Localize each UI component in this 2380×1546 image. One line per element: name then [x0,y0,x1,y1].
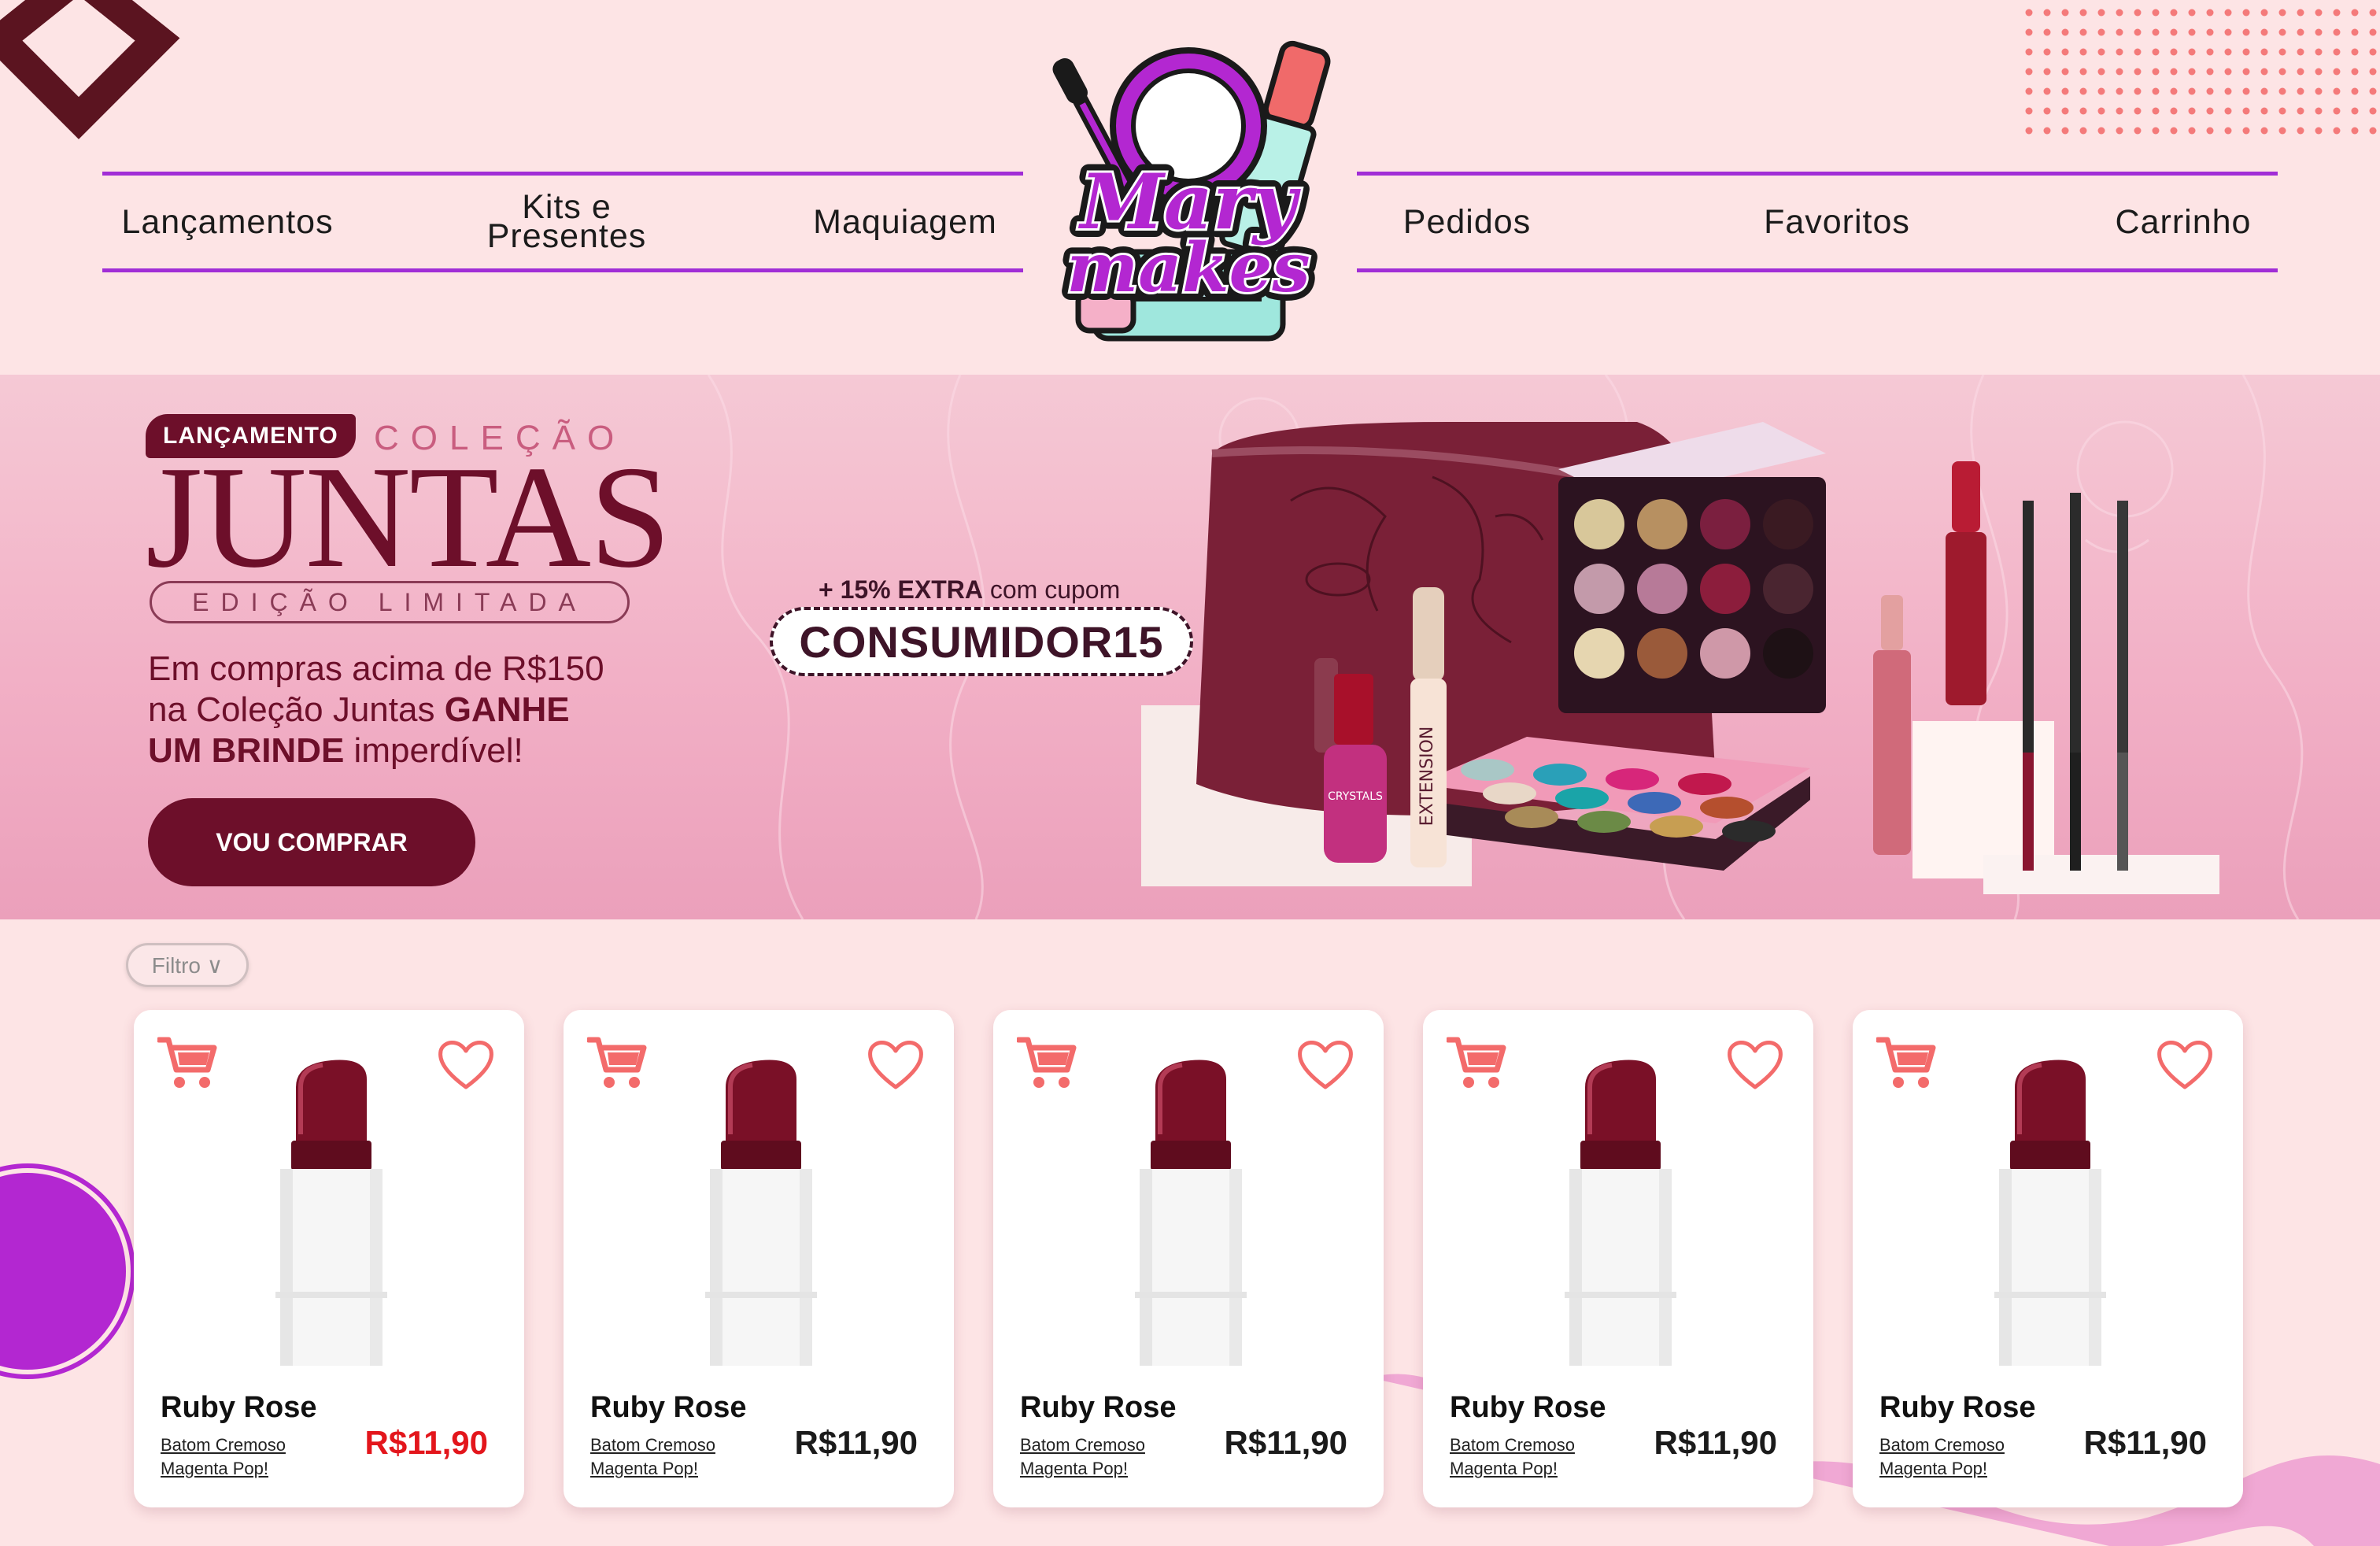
hero-banner[interactable]: LANÇAMENTO COLEÇÃO JUNTAS EDIÇÃO LIMITAD… [0,375,2380,919]
cart-icon[interactable] [1876,1034,1938,1092]
cart-icon[interactable] [587,1034,649,1092]
nav-carrinho[interactable]: Carrinho [2097,205,2270,239]
cart-icon[interactable] [1447,1034,1508,1092]
lipstick-image [705,1060,817,1366]
nav-left: Lançamentos Kits e Presentes Maquiagem [102,172,1023,272]
product-card[interactable]: Ruby Rose Batom Cremoso Magenta Pop! R$11… [1853,1010,2243,1507]
promo-text: Em compras acima de R$150 na Coleção Jun… [148,649,604,770]
product-brand: Ruby Rose [590,1391,747,1424]
cart-icon[interactable] [1017,1034,1078,1092]
mary-makes-logo[interactable]: Mary Mary makes makes [1031,39,1346,354]
product-card[interactable]: Ruby Rose Batom Cremoso Magenta Pop! R$11… [1423,1010,1813,1507]
product-brand: Ruby Rose [161,1391,317,1424]
nav-right: Pedidos Favoritos Carrinho [1357,172,2278,272]
heart-icon[interactable] [1295,1037,1355,1092]
product-price: R$11,90 [1224,1424,1347,1461]
shop-now-button[interactable]: VOU COMPRAR [148,798,475,886]
product-card[interactable]: Ruby Rose Batom Cremoso Magenta Pop! R$11… [564,1010,954,1507]
nav-lancamentos[interactable]: Lançamentos [113,205,342,239]
product-name-link[interactable]: Batom Cremoso Magenta Pop! [590,1433,763,1481]
lipstick-image [275,1060,387,1366]
heart-icon[interactable] [866,1037,926,1092]
lipstick-image [1565,1060,1676,1366]
collection-title: JUNTAS [146,436,671,598]
svg-text:CRYSTALS: CRYSTALS [1328,790,1383,803]
nav-kits-presentes[interactable]: Kits e Presentes [449,190,685,253]
heart-icon[interactable] [1725,1037,1785,1092]
nav-maquiagem[interactable]: Maquiagem [795,205,1015,239]
filter-button[interactable]: Filtro ∨ [126,943,249,987]
product-name-link[interactable]: Batom Cremoso Magenta Pop! [161,1433,334,1481]
product-brand: Ruby Rose [1450,1391,1606,1424]
product-brand: Ruby Rose [1020,1391,1177,1424]
makeup-kit-illustration: CRYSTALS EXTENSION [1141,422,2219,894]
product-card[interactable]: Ruby Rose Batom Cremoso Magenta Pop! R$11… [134,1010,524,1507]
svg-text:makes: makes [1066,228,1310,308]
product-name-link[interactable]: Batom Cremoso Magenta Pop! [1450,1433,1623,1481]
product-name-link[interactable]: Batom Cremoso Magenta Pop! [1879,1433,2053,1481]
lipstick-image [1135,1060,1247,1366]
svg-text:EXTENSION: EXTENSION [1417,727,1437,827]
nav-pedidos[interactable]: Pedidos [1380,205,1554,239]
product-price: R$11,90 [2083,1424,2207,1461]
diamond-decoration [0,0,180,139]
purple-circle-decoration [0,1173,126,1370]
product-price: R$11,90 [364,1424,488,1461]
extra-discount-text: + 15% EXTRA com cupom [819,575,1121,604]
nav-favoritos[interactable]: Favoritos [1735,205,1939,239]
product-price: R$11,90 [794,1424,918,1461]
cart-icon[interactable] [157,1034,219,1092]
lipstick-image [1994,1060,2106,1366]
product-price: R$11,90 [1654,1424,1777,1461]
product-name-link[interactable]: Batom Cremoso Magenta Pop! [1020,1433,1193,1481]
product-card[interactable]: Ruby Rose Batom Cremoso Magenta Pop! R$11… [993,1010,1384,1507]
dot-pattern-decoration [2025,9,2377,135]
limited-edition-label: EDIÇÃO LIMITADA [150,581,630,623]
heart-icon[interactable] [2155,1037,2215,1092]
heart-icon[interactable] [436,1037,496,1092]
product-brand: Ruby Rose [1879,1391,2036,1424]
